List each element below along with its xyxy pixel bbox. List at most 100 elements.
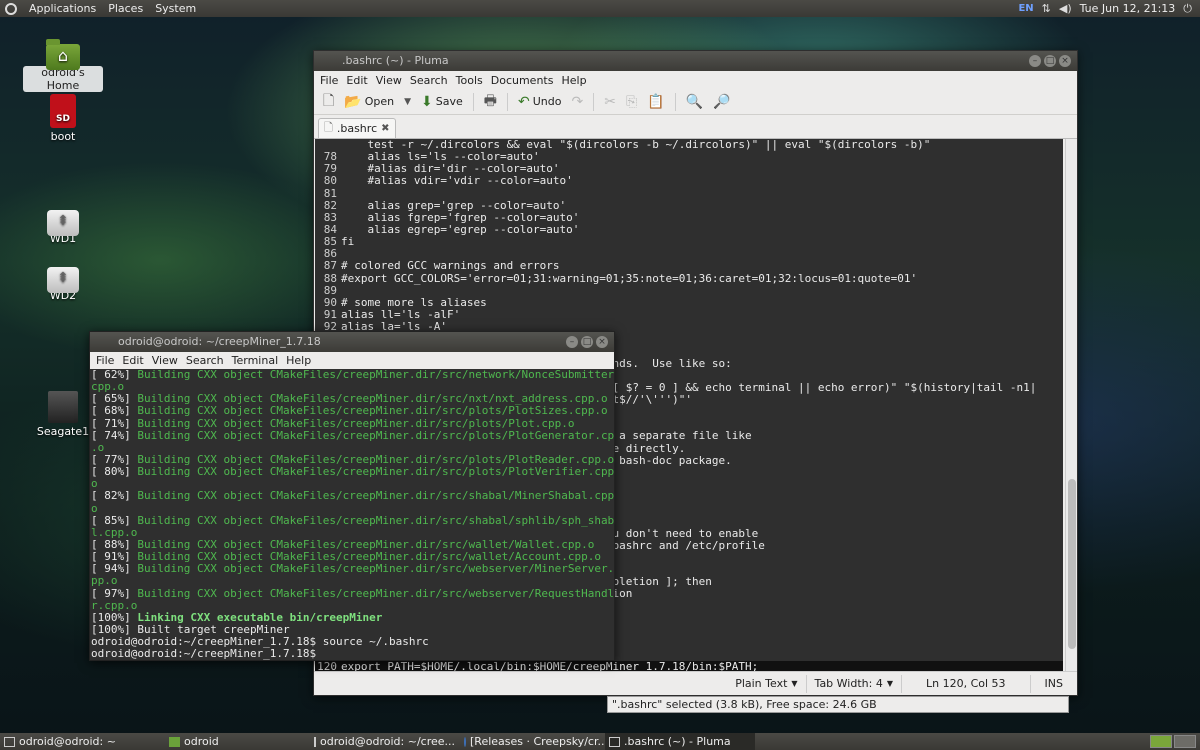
minimize-icon[interactable]: –: [1029, 55, 1041, 67]
menu-tools[interactable]: Tools: [452, 74, 487, 87]
menu-terminal[interactable]: Terminal: [228, 354, 283, 367]
close-icon[interactable]: ×: [596, 336, 608, 348]
cursor-position: Ln 120, Col 53: [900, 674, 1030, 693]
terminal-prefix: [ 80%]: [91, 466, 138, 479]
print-button[interactable]: 🖶: [481, 90, 500, 114]
pluma-titlebar[interactable]: .bashrc (~) - Pluma – □ ×: [314, 51, 1077, 71]
window-title: odroid@odroid: ~/creepMiner_1.7.18: [118, 335, 321, 348]
line-text: #alias vdir='vdir --color=auto': [341, 174, 573, 188]
terminal-line: [ 68%] Building CXX object CMakeFiles/cr…: [91, 405, 614, 417]
desktop-icon-wd1[interactable]: WD1: [23, 204, 103, 245]
terminal-output[interactable]: [ 62%] Building CXX object CMakeFiles/cr…: [90, 369, 614, 660]
replace-button[interactable]: 🔎: [710, 94, 733, 110]
window-controls: – □ ×: [1029, 55, 1071, 67]
paste-button[interactable]: 📋: [644, 94, 667, 110]
desktop-icon-boot[interactable]: boot: [23, 94, 103, 143]
open-recent-dropdown[interactable]: ▼: [401, 97, 414, 107]
desktop-icon-home[interactable]: odroid's Home: [23, 38, 103, 92]
code-line: 81: [315, 187, 1063, 200]
chevron-down-icon: ▼: [404, 96, 412, 107]
menu-edit[interactable]: Edit: [342, 74, 371, 87]
task-terminal-creepminer[interactable]: odroid@odroid: ~/cree...: [310, 733, 460, 750]
desktop-icon-wd2[interactable]: WD2: [23, 261, 103, 302]
tab-width-selector[interactable]: Tab Width: 4 ▼: [805, 674, 901, 693]
copy-button[interactable]: ⎘: [623, 94, 640, 110]
keyboard-layout-indicator[interactable]: EN: [1018, 3, 1033, 14]
menu-search[interactable]: Search: [182, 354, 228, 367]
redo-button[interactable]: ↷: [568, 94, 586, 110]
terminal-prefix: [ 77%]: [91, 453, 138, 466]
menu-edit[interactable]: Edit: [118, 354, 147, 367]
menu-file[interactable]: File: [316, 74, 342, 87]
save-icon: ⬇: [421, 93, 433, 110]
menu-view[interactable]: View: [372, 74, 406, 87]
line-number: 89: [315, 284, 341, 297]
clock[interactable]: Tue Jun 12, 21:13: [1080, 2, 1176, 15]
terminal-prefix: [ 74%]: [91, 429, 138, 442]
cut-button[interactable]: ✂: [601, 94, 619, 110]
menu-system[interactable]: System: [149, 0, 202, 17]
window-title: .bashrc (~) - Pluma: [342, 54, 449, 67]
undo-button[interactable]: ↶ Undo: [515, 94, 564, 110]
task-folder-odroid[interactable]: odroid: [165, 733, 310, 750]
power-icon[interactable]: ⏻: [1183, 2, 1192, 16]
network-icon[interactable]: ⇅: [1042, 2, 1051, 15]
terminal-prefix: [ 71%]: [91, 417, 138, 430]
terminal-line: [ 97%] Building CXX object CMakeFiles/cr…: [91, 588, 614, 600]
new-button[interactable]: 🗋: [320, 90, 337, 114]
language-selector[interactable]: Plain Text ▼: [727, 675, 805, 693]
menu-help[interactable]: Help: [282, 354, 315, 367]
file-manager-statusbar: ".bashrc" selected (3.8 kB), Free space:…: [607, 696, 1069, 713]
find-button[interactable]: 🔍: [683, 94, 706, 110]
terminal-line: l.cpp.o: [91, 527, 614, 539]
desktop-icon-label: Seagate1: [36, 425, 90, 438]
usb-drive-icon: [47, 210, 79, 236]
search-icon: 🔍: [685, 93, 704, 110]
scrollbar-thumb[interactable]: [1068, 479, 1076, 649]
maximize-icon[interactable]: □: [581, 336, 593, 348]
distributor-logo-icon: [5, 2, 17, 15]
save-button[interactable]: ⬇ Save: [418, 94, 466, 110]
terminal-line: o: [91, 503, 614, 515]
close-icon[interactable]: ×: [1059, 55, 1071, 67]
menu-search[interactable]: Search: [406, 74, 452, 87]
vertical-scrollbar[interactable]: [1065, 139, 1077, 673]
terminal-line: o: [91, 478, 614, 490]
terminal-line: odroid@odroid:~/creepMiner_1.7.18$ sourc…: [91, 636, 614, 648]
workspace-1[interactable]: [1150, 735, 1172, 748]
menu-file[interactable]: File: [92, 354, 118, 367]
terminal-prefix: odroid@odroid:~/creepMiner_1.7.18$ sourc…: [91, 636, 429, 649]
terminal-line: r.cpp.o: [91, 600, 614, 612]
terminal-prefix: [ 68%]: [91, 405, 138, 418]
open-button[interactable]: 📂 Open: [341, 94, 397, 110]
terminal-message: r.cpp.o: [91, 599, 138, 612]
task-browser-releases[interactable]: [Releases · Creepsky/cr...: [460, 733, 605, 750]
task-terminal-home[interactable]: odroid@odroid: ~: [0, 733, 165, 750]
menu-help[interactable]: Help: [557, 74, 590, 87]
top-menus: Applications Places System: [0, 0, 202, 17]
new-document-icon: 🗋: [323, 92, 335, 109]
terminal-message: Linking CXX executable bin/creepMiner: [137, 611, 383, 624]
bottom-panel: odroid@odroid: ~ odroid odroid@odroid: ~…: [0, 733, 1200, 750]
terminal-message: Building CXX object CMakeFiles/creepMine…: [137, 417, 575, 430]
save-label: Save: [435, 95, 463, 108]
terminal-prefix: [ 85%]: [91, 514, 138, 527]
terminal-line: [ 77%] Building CXX object CMakeFiles/cr…: [91, 454, 614, 466]
maximize-icon[interactable]: □: [1044, 55, 1056, 67]
menu-documents[interactable]: Documents: [487, 74, 558, 87]
close-tab-icon[interactable]: ✖: [381, 123, 389, 134]
volume-icon[interactable]: ◀): [1059, 2, 1072, 15]
code-line: 80 #alias vdir='vdir --color=auto': [315, 174, 1063, 188]
menu-applications[interactable]: Applications: [23, 0, 102, 17]
tab-bashrc[interactable]: 🗋 .bashrc ✖: [318, 118, 396, 138]
workspace-2[interactable]: [1174, 735, 1196, 748]
menu-view[interactable]: View: [148, 354, 182, 367]
code-line: 85 fi: [315, 235, 1063, 249]
open-label: Open: [364, 95, 395, 108]
terminal-titlebar[interactable]: odroid@odroid: ~/creepMiner_1.7.18 – □ ×: [90, 332, 614, 352]
line-text: fi: [341, 235, 355, 249]
menu-places[interactable]: Places: [102, 0, 149, 17]
terminal-prefix: [ 88%]: [91, 538, 138, 551]
minimize-icon[interactable]: –: [566, 336, 578, 348]
task-pluma[interactable]: .bashrc (~) - Pluma: [605, 733, 755, 750]
